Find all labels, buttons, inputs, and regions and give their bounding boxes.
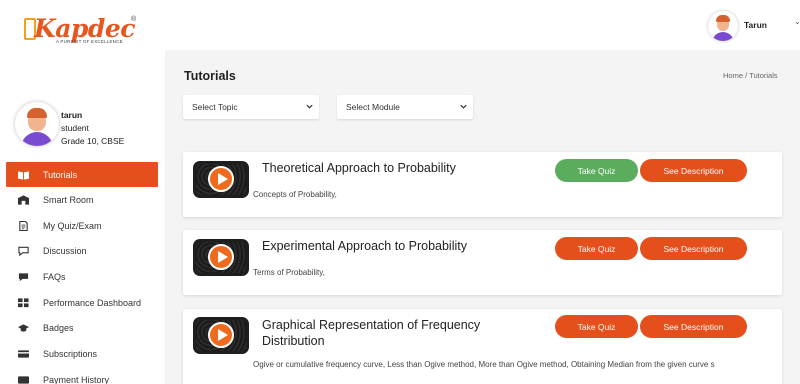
- breadcrumb-home[interactable]: Home: [723, 71, 743, 80]
- sidebar-nav: Tutorials Smart Room My Quiz/Exam Discus…: [6, 162, 158, 384]
- subscription-icon: [18, 349, 29, 358]
- take-quiz-button[interactable]: Take Quiz: [555, 159, 638, 182]
- tutorial-card: Experimental Approach to Probability Ter…: [183, 230, 782, 295]
- breadcrumb: Home / Tutorials: [723, 71, 778, 80]
- sidebar-item-tutorials[interactable]: Tutorials: [6, 162, 158, 187]
- avatar: [708, 11, 738, 41]
- tutorial-title[interactable]: Experimental Approach to Probability: [262, 238, 522, 254]
- kapdec-logo[interactable]: Kapdec ® A PURSUIT OF EXCELLENCE: [24, 14, 144, 48]
- video-thumbnail[interactable]: [193, 317, 249, 354]
- sidebar-item-label: My Quiz/Exam: [43, 220, 102, 231]
- tutorial-title[interactable]: Graphical Representation of Frequency Di…: [262, 317, 512, 349]
- sidebar-item-label: Performance Dashboard: [43, 297, 142, 308]
- document-icon: [18, 220, 29, 231]
- faq-icon: [18, 272, 29, 282]
- play-icon: [208, 322, 234, 348]
- sidebar-item-badges[interactable]: Badges: [6, 315, 158, 341]
- sidebar-item-label: Subscriptions: [43, 348, 98, 359]
- see-description-button[interactable]: See Description: [640, 237, 747, 260]
- avatar: [15, 102, 59, 146]
- see-description-button[interactable]: See Description: [640, 315, 747, 338]
- sidebar-item-discussion[interactable]: Discussion: [6, 238, 158, 264]
- tutorial-title[interactable]: Theoretical Approach to Probability: [262, 160, 522, 176]
- take-quiz-button[interactable]: Take Quiz: [555, 315, 638, 338]
- chevron-down-icon: [306, 104, 313, 109]
- top-bar: Tarun ⌄: [165, 0, 800, 50]
- tutorial-card: Theoretical Approach to Probability Conc…: [183, 152, 782, 217]
- sidebar-item-faqs[interactable]: FAQs: [6, 264, 158, 290]
- classroom-icon: [18, 195, 29, 205]
- sidebar-item-subscriptions[interactable]: Subscriptions: [6, 341, 158, 367]
- select-topic-value: Select Topic: [192, 102, 238, 112]
- sidebar-item-label: Tutorials: [43, 169, 78, 180]
- video-thumbnail[interactable]: [193, 239, 249, 276]
- tutorial-description: Terms of Probability,: [253, 268, 325, 277]
- page-title: Tutorials: [184, 69, 236, 83]
- logo-tagline: A PURSUIT OF EXCELLENCE: [56, 39, 123, 44]
- sidebar-item-label: Discussion: [43, 246, 87, 257]
- book-icon: [18, 170, 29, 180]
- sidebar-item-label: FAQs: [43, 271, 66, 282]
- video-thumbnail[interactable]: [193, 161, 249, 198]
- chevron-down-icon[interactable]: ⌄: [794, 17, 800, 26]
- payment-icon: [18, 375, 29, 384]
- sidebar-item-payment-history[interactable]: Payment History: [6, 367, 158, 384]
- sidebar-item-label: Smart Room: [43, 194, 94, 205]
- sidebar: Kapdec ® A PURSUIT OF EXCELLENCE tarun s…: [0, 0, 165, 384]
- breadcrumb-current: Tutorials: [749, 71, 778, 80]
- play-icon: [208, 166, 234, 192]
- logo-registered-mark: ®: [131, 16, 137, 23]
- sidebar-item-label: Badges: [43, 323, 74, 334]
- take-quiz-button[interactable]: Take Quiz: [555, 237, 638, 260]
- user-name: Tarun: [744, 20, 767, 30]
- profile-name: tarun: [61, 110, 83, 120]
- graduation-cap-icon: [18, 324, 29, 333]
- chevron-down-icon: [460, 104, 467, 109]
- sidebar-item-smart-room[interactable]: Smart Room: [6, 187, 158, 213]
- profile-role: student: [61, 123, 89, 133]
- profile-grade: Grade 10, CBSE: [61, 136, 125, 146]
- tutorial-card: Graphical Representation of Frequency Di…: [183, 309, 782, 384]
- chat-icon: [18, 247, 29, 257]
- dashboard-icon: [18, 298, 29, 307]
- tutorial-description: Ogive or cumulative frequency curve, Les…: [253, 360, 715, 369]
- tutorial-description: Concepts of Probability,: [253, 190, 337, 199]
- sidebar-item-performance-dashboard[interactable]: Performance Dashboard: [6, 290, 158, 316]
- see-description-button[interactable]: See Description: [640, 159, 747, 182]
- profile-card: tarun student Grade 10, CBSE: [15, 102, 155, 150]
- select-module-value: Select Module: [346, 102, 400, 112]
- select-module-dropdown[interactable]: Select Module: [337, 95, 473, 119]
- sidebar-item-label: Payment History: [43, 374, 110, 384]
- sidebar-item-my-quiz-exam[interactable]: My Quiz/Exam: [6, 213, 158, 239]
- play-icon: [208, 244, 234, 270]
- select-topic-dropdown[interactable]: Select Topic: [183, 95, 319, 119]
